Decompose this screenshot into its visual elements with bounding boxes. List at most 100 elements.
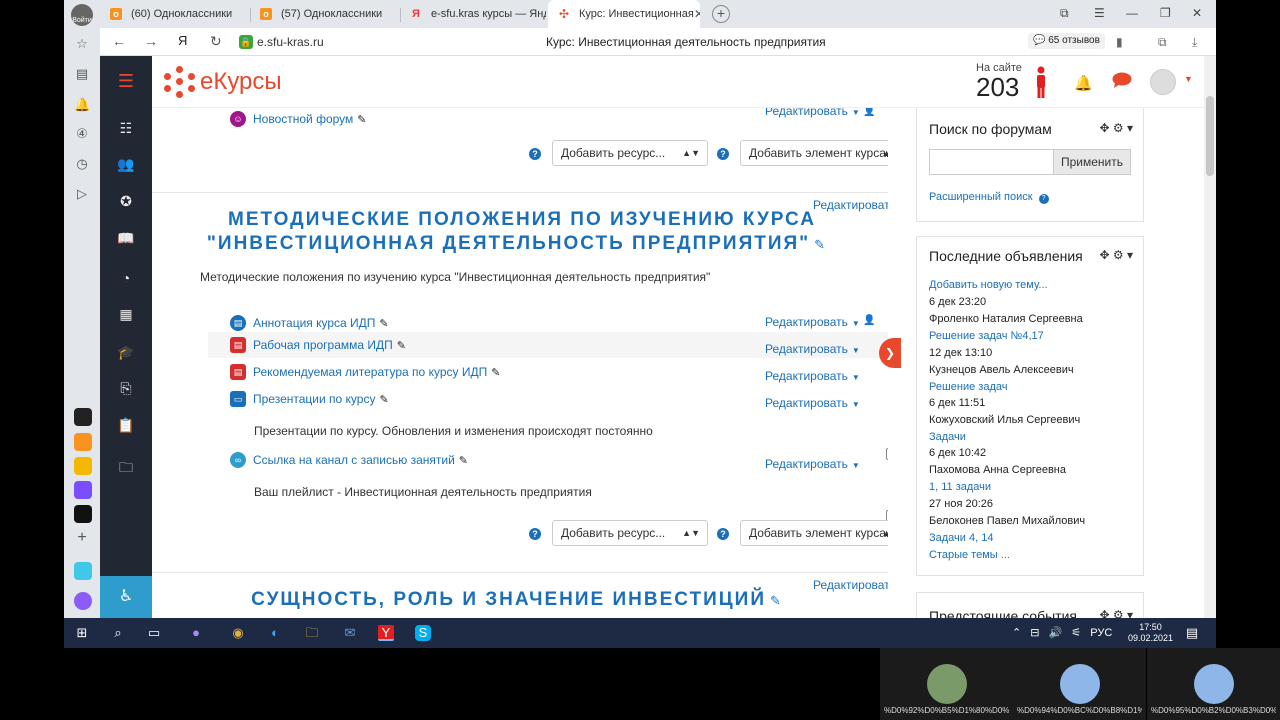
edit-menu[interactable]: Редактировать ▼ (765, 315, 860, 329)
participant-tile[interactable]: %D0%95%D0%B2%D0%B3%D0%B5%D0%BD (1147, 648, 1280, 720)
edge-icon[interactable]: ◐ (267, 625, 283, 641)
mail-app-icon[interactable] (74, 457, 92, 475)
messages-icon[interactable] (1112, 72, 1132, 88)
history-icon[interactable]: ◷ (74, 156, 90, 172)
dashboard-icon[interactable]: ◔ (100, 270, 152, 290)
volume-icon[interactable]: 🔊 (1049, 627, 1063, 639)
back-icon[interactable]: ← (112, 33, 126, 49)
add-app-icon[interactable]: + (74, 530, 90, 546)
play-icon[interactable]: ▷ (74, 186, 90, 202)
activity-link[interactable]: Ссылка на канал с записью занятий (253, 453, 455, 467)
minimize-icon[interactable]: — (1126, 6, 1138, 20)
announcement-topic-link[interactable]: Задачи 4, 14 (929, 532, 993, 544)
add-resource-select[interactable]: Добавить ресурс... ▲▼ (552, 140, 708, 166)
help-icon[interactable]: ? (717, 148, 729, 160)
odnoklassniki-app-icon[interactable] (74, 433, 92, 451)
explorer-icon[interactable]: 🗀 (304, 625, 320, 641)
collections-icon[interactable]: ⧉ (1158, 35, 1167, 50)
accessibility-icon[interactable]: ♿ (100, 576, 152, 618)
edit-menu[interactable]: Редактировать ▼ (765, 369, 860, 383)
activity-link[interactable]: Рабочая программа ИДП (253, 338, 393, 352)
grades-book-icon[interactable]: 📖 (100, 230, 152, 250)
older-topics-link[interactable]: Старые темы ... (929, 549, 1010, 561)
tabs-icon[interactable]: ⧉ (1060, 6, 1069, 21)
yandex-browser-icon[interactable]: Y (378, 625, 394, 641)
user-avatar[interactable] (1150, 69, 1176, 95)
pencil-icon[interactable]: ✎ (814, 237, 827, 252)
star-icon[interactable]: ☆ (74, 36, 90, 52)
block-controls-icon[interactable]: ✥ ⚙ ▾ (1099, 248, 1133, 262)
chevron-up-icon[interactable]: ⌃ (1012, 627, 1021, 639)
user-icon[interactable]: 👤 (863, 108, 875, 117)
announcement-topic-link[interactable]: Решение задач (929, 381, 1008, 393)
add-new-topic-link[interactable]: Добавить новую тему... (929, 279, 1048, 291)
completion-checkbox[interactable] (886, 448, 888, 460)
chevron-down-icon[interactable]: ▼ (1184, 74, 1193, 84)
edit-menu[interactable]: Редактировать ▼ (765, 396, 860, 410)
alice-voice-icon[interactable] (74, 592, 92, 610)
help-icon[interactable]: ? (1038, 194, 1049, 204)
edit-menu[interactable]: Редактировать ▼ (765, 108, 860, 118)
language-indicator[interactable]: РУС (1090, 627, 1112, 639)
news-forum-link[interactable]: Новостной форум (253, 112, 353, 126)
network-icon[interactable]: ⊟ (1030, 627, 1039, 639)
announcement-topic-link[interactable]: Задачи (929, 431, 966, 443)
tab-odnoklassniki-1[interactable]: о (60) Одноклассники (100, 0, 250, 28)
forward-icon[interactable]: → (144, 33, 158, 49)
page-scrollbar[interactable] (1204, 56, 1216, 618)
windows-start-icon[interactable]: ⊞ (74, 625, 90, 641)
advanced-search-link[interactable]: Расширенный поиск ? (929, 191, 1049, 204)
list-icon[interactable]: ☷ (100, 120, 152, 140)
tab-yandex-search[interactable]: Я e-sfu.kras курсы — Яндекс (400, 0, 546, 28)
reviews-badge[interactable]: 💬 65 отзывов (1028, 33, 1105, 49)
pencil-icon[interactable]: ✎ (379, 317, 388, 330)
scrollbar-thumb[interactable] (1206, 96, 1214, 176)
pencil-icon[interactable]: ✎ (397, 339, 406, 352)
block-controls-icon[interactable]: ✥ ⚙ ▾ (1099, 121, 1133, 135)
counter-icon[interactable]: ④ (74, 126, 90, 142)
edit-menu[interactable]: Редактировать ▼ (765, 457, 860, 471)
notifications-icon[interactable]: ▤ (1184, 625, 1200, 641)
skype-icon[interactable]: S (415, 625, 431, 641)
chrome-icon[interactable]: ◉ (230, 625, 246, 641)
new-tab-button[interactable]: + (712, 5, 730, 23)
badges-icon[interactable]: ✪ (100, 193, 152, 213)
send-app-icon[interactable] (74, 562, 92, 580)
participant-tile[interactable]: %D0%92%D0%B5%D1%80%D0%B0 (880, 648, 1013, 720)
folder-icon[interactable]: 🗀 (100, 457, 152, 477)
menu-icon[interactable]: ☰ (1094, 6, 1105, 20)
tab-odnoklassniki-2[interactable]: о (57) Одноклассники (250, 0, 400, 28)
task-view-icon[interactable]: ▭ (146, 625, 162, 641)
messenger-app-icon[interactable] (74, 481, 92, 499)
close-tab-icon[interactable]: ✕ (694, 7, 700, 21)
participant-tile[interactable]: %D0%94%D0%BC%D0%B8%D1%82%D1%80 (1013, 648, 1146, 720)
login-avatar[interactable]: Войти (71, 4, 93, 26)
forum-search-input[interactable] (929, 149, 1055, 175)
close-window-icon[interactable]: ✕ (1192, 6, 1202, 20)
pencil-icon[interactable]: ✎ (770, 593, 783, 608)
activity-link[interactable]: Презентации по курсу (253, 392, 375, 406)
alice-taskbar-icon[interactable]: ● (188, 625, 204, 641)
help-icon[interactable]: ? (529, 148, 541, 160)
add-resource-select[interactable]: Добавить ресурс... ▲▼ (552, 520, 708, 546)
hamburger-icon[interactable]: ☰ (100, 56, 152, 106)
bell-icon[interactable]: 🔔 (1074, 74, 1093, 92)
bell-icon[interactable]: 🔔 (74, 97, 90, 113)
reload-icon[interactable]: ↻ (210, 33, 222, 50)
announcement-topic-link[interactable]: Решение задач №4,17 (929, 330, 1044, 342)
pencil-icon[interactable]: ✎ (491, 366, 500, 379)
participants-icon[interactable]: 👥 (100, 156, 152, 176)
news-icon[interactable]: ▤ (74, 66, 90, 82)
download-icon[interactable]: ⤓ (1192, 35, 1197, 50)
tab-course[interactable]: ✣ Курс: Инвестиционная ✕ (548, 0, 700, 28)
activity-link[interactable]: Аннотация курса ИДП (253, 316, 375, 330)
apply-button[interactable]: Применить (1053, 149, 1131, 175)
chevron-right-icon[interactable]: ❯ (879, 338, 901, 368)
pencil-icon[interactable]: ✎ (379, 393, 388, 406)
camera-app-icon[interactable] (74, 505, 92, 523)
help-icon[interactable]: ? (717, 528, 729, 540)
help-icon[interactable]: ? (529, 528, 541, 540)
yandex-logo-icon[interactable]: Я (178, 33, 187, 48)
pencil-icon[interactable]: ✎ (459, 454, 468, 467)
keyboard-icon[interactable]: ⚟ (1071, 627, 1081, 639)
